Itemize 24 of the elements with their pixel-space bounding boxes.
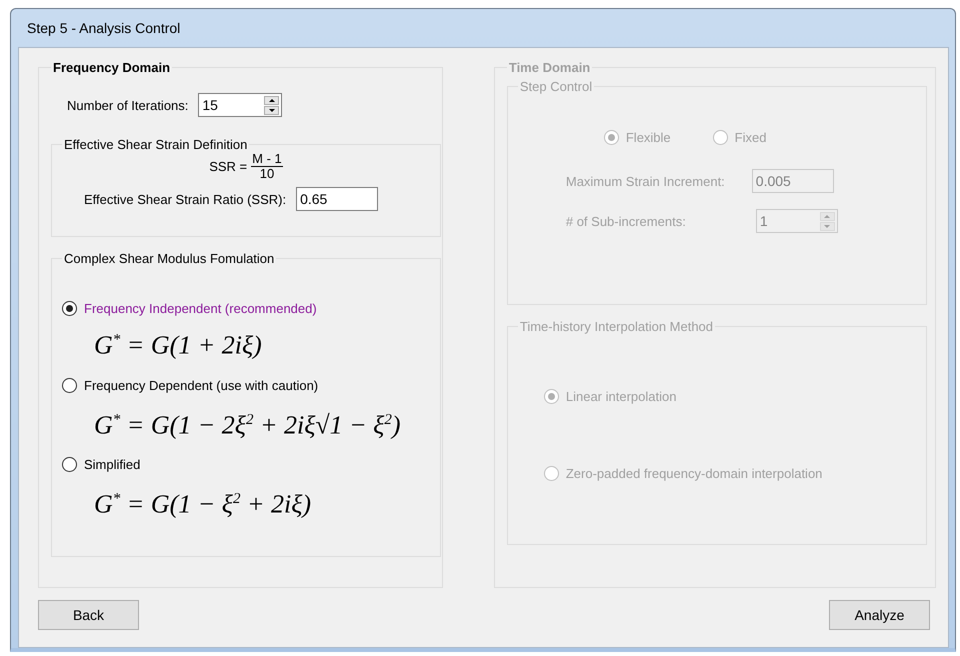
group-title: Complex Shear Modulus Fomulation: [63, 251, 276, 266]
modulus-formula: G$^{*}$ = G(1 − ξ$^{2}$ + 2iξ): [94, 488, 312, 521]
field-label: # of Sub-increments:: [566, 214, 686, 228]
iterations-spinner[interactable]: 15: [198, 93, 282, 117]
back-button[interactable]: Back: [38, 600, 139, 630]
field-label: Number of Iterations:: [67, 98, 188, 112]
group-title: Time-history Interpolation Method: [518, 319, 714, 334]
window-title: Step 5 - Analysis Control: [27, 20, 180, 36]
number-input[interactable]: 15: [202, 97, 264, 113]
analyze-button[interactable]: Analyze: [829, 600, 930, 630]
group-title: Frequency Domain: [52, 60, 172, 75]
spin-up-button[interactable]: [264, 96, 280, 104]
radio-option[interactable]: Frequency Dependent (use with caution): [62, 378, 318, 393]
field-label: Maximum Strain Increment:: [566, 174, 725, 188]
modulus-formula: G$^{*}$ = G(1 − 2ξ$^{2}$ + 2iξ√1 − ξ$^{2}$): [94, 409, 402, 442]
spin-down-button[interactable]: [264, 106, 280, 114]
field-label: Effective Shear Strain Ratio (SSR):: [84, 192, 286, 206]
modulus-formula: G$^{*}$ = G(1 + 2iξ): [94, 330, 263, 362]
group-title: Time Domain: [508, 60, 592, 75]
group-title: Step Control: [518, 79, 594, 94]
radio-option[interactable]: Simplified: [62, 457, 140, 472]
ssr-input[interactable]: 0.65: [296, 187, 378, 211]
group-title: Effective Shear Strain Definition: [63, 137, 248, 152]
radio-option[interactable]: Frequency Independent (recommended): [62, 301, 317, 316]
